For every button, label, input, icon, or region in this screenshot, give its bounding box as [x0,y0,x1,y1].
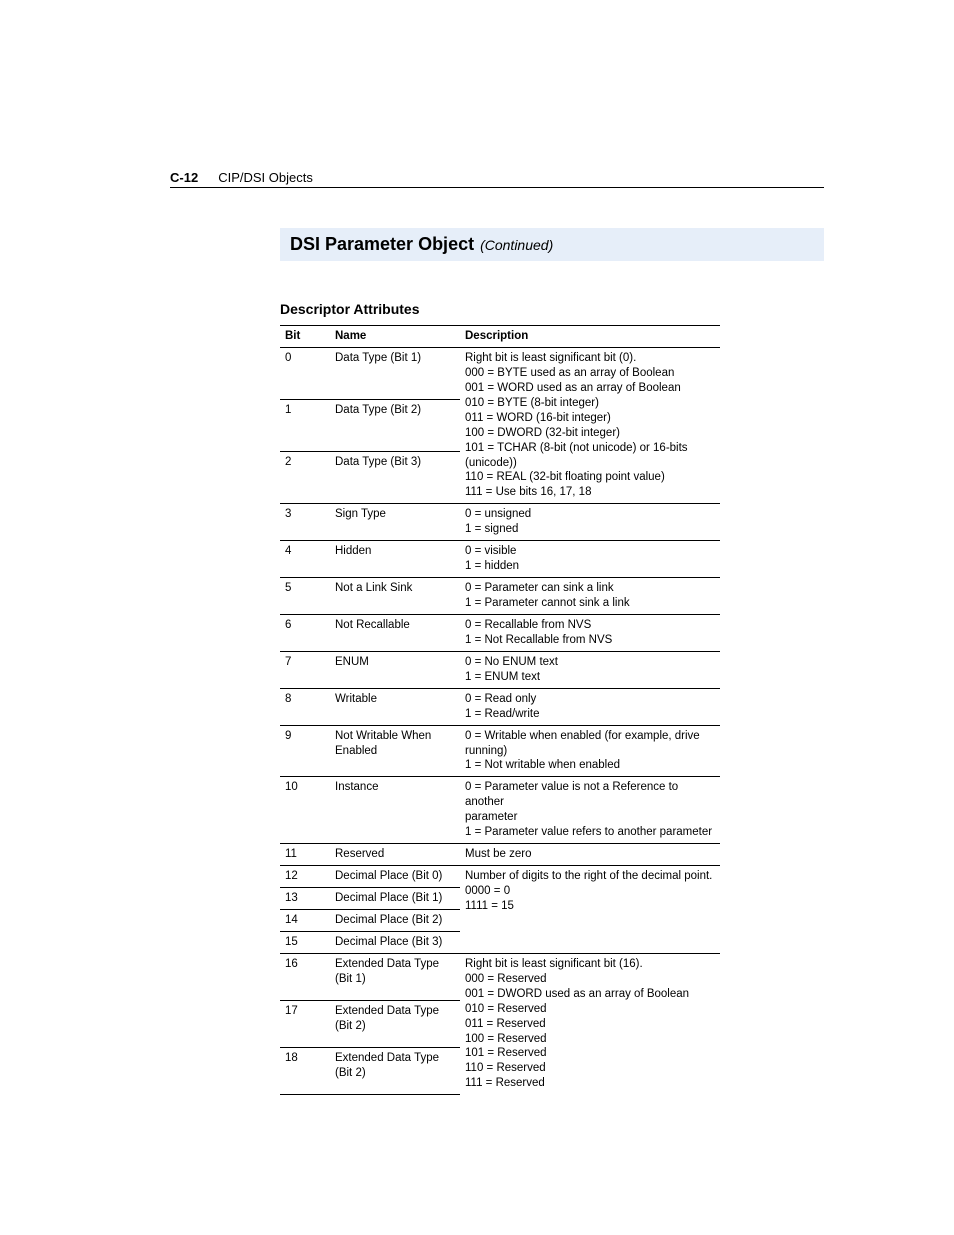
page: C-12 CIP/DSI Objects DSI Parameter Objec… [0,0,954,1155]
cell-bit: 3 [280,504,330,541]
table-row: 7ENUM0 = No ENUM text 1 = ENUM text [280,651,720,688]
cell-description: 0 = Recallable from NVS 1 = Not Recallab… [460,614,720,651]
cell-description: 0 = Writable when enabled (for example, … [460,725,720,777]
cell-name: Extended Data Type (Bit 1) [330,953,460,1000]
cell-name: Extended Data Type (Bit 2) [330,1000,460,1047]
cell-bit: 9 [280,725,330,777]
cell-bit: 8 [280,688,330,725]
table-row: 11ReservedMust be zero [280,844,720,866]
cell-bit: 5 [280,578,330,615]
cell-bit: 16 [280,953,330,1000]
cell-bit: 13 [280,888,330,910]
cell-name: Data Type (Bit 1) [330,347,460,399]
breadcrumb: CIP/DSI Objects [218,170,313,185]
section-title-bar: DSI Parameter Object (Continued) [280,228,824,261]
cell-description: 0 = Parameter value is not a Reference t… [460,777,720,844]
th-bit: Bit [280,326,330,348]
cell-bit: 17 [280,1000,330,1047]
cell-description: 0 = visible 1 = hidden [460,541,720,578]
cell-name: Instance [330,777,460,844]
cell-bit: 4 [280,541,330,578]
cell-name: Reserved [330,844,460,866]
cell-bit: 2 [280,452,330,504]
cell-name: Not a Link Sink [330,578,460,615]
table-row: 8Writable0 = Read only 1 = Read/write [280,688,720,725]
cell-name: Decimal Place (Bit 1) [330,888,460,910]
cell-name: Sign Type [330,504,460,541]
cell-bit: 1 [280,400,330,452]
table-row: 6Not Recallable0 = Recallable from NVS 1… [280,614,720,651]
cell-description: 0 = No ENUM text 1 = ENUM text [460,651,720,688]
section-continued: (Continued) [480,237,553,253]
table-row: 16Extended Data Type (Bit 1)Right bit is… [280,953,720,1000]
table-row: 9Not Writable When Enabled0 = Writable w… [280,725,720,777]
th-name: Name [330,326,460,348]
cell-bit: 14 [280,909,330,931]
cell-name: Decimal Place (Bit 3) [330,931,460,953]
cell-name: Writable [330,688,460,725]
table-row: 5Not a Link Sink0 = Parameter can sink a… [280,578,720,615]
cell-description: 0 = Read only 1 = Read/write [460,688,720,725]
th-description: Description [460,326,720,348]
cell-bit: 12 [280,866,330,888]
cell-bit: 7 [280,651,330,688]
table-header-row: Bit Name Description [280,326,720,348]
cell-name: Decimal Place (Bit 2) [330,909,460,931]
cell-description: 0 = Parameter can sink a link 1 = Parame… [460,578,720,615]
cell-bit: 18 [280,1047,330,1094]
table-row: 0Data Type (Bit 1)Right bit is least sig… [280,347,720,399]
cell-bit: 10 [280,777,330,844]
table-row: 3Sign Type0 = unsigned 1 = signed [280,504,720,541]
page-header: C-12 CIP/DSI Objects [170,170,824,188]
cell-bit: 11 [280,844,330,866]
cell-name: Data Type (Bit 3) [330,452,460,504]
cell-name: Extended Data Type (Bit 2) [330,1047,460,1094]
cell-description: Must be zero [460,844,720,866]
descriptor-table: Bit Name Description 0Data Type (Bit 1)R… [280,325,720,1095]
cell-name: Not Writable When Enabled [330,725,460,777]
cell-name: Not Recallable [330,614,460,651]
cell-bit: 0 [280,347,330,399]
page-number: C-12 [170,170,198,185]
cell-bit: 15 [280,931,330,953]
subsection-heading: Descriptor Attributes [280,301,894,317]
table-row: 12Decimal Place (Bit 0)Number of digits … [280,866,720,888]
cell-description: Number of digits to the right of the dec… [460,866,720,954]
table-body: 0Data Type (Bit 1)Right bit is least sig… [280,347,720,1094]
cell-name: Hidden [330,541,460,578]
cell-name: Data Type (Bit 2) [330,400,460,452]
cell-description: Right bit is least significant bit (0). … [460,347,720,503]
cell-description: Right bit is least significant bit (16).… [460,953,720,1094]
cell-name: ENUM [330,651,460,688]
section-title: DSI Parameter Object [290,234,474,255]
cell-bit: 6 [280,614,330,651]
table-row: 4Hidden0 = visible 1 = hidden [280,541,720,578]
cell-name: Decimal Place (Bit 0) [330,866,460,888]
cell-description: 0 = unsigned 1 = signed [460,504,720,541]
table-row: 10Instance0 = Parameter value is not a R… [280,777,720,844]
